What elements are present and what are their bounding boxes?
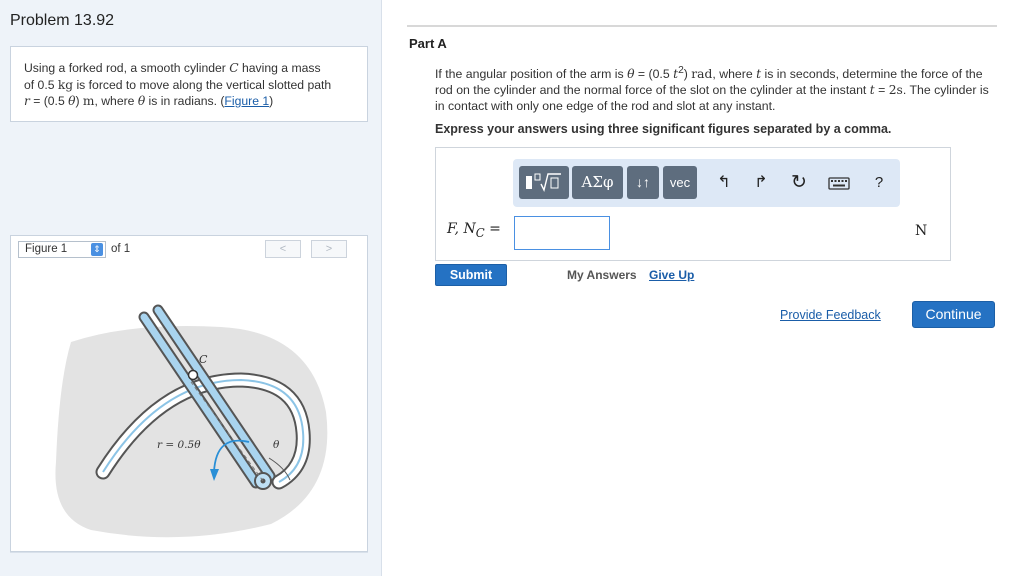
problem-title: Problem 13.92 bbox=[10, 12, 115, 29]
next-figure-button[interactable]: > bbox=[311, 240, 347, 258]
problem-text: Using a forked rod, a smooth cylinder bbox=[24, 61, 230, 75]
keyboard-icon[interactable] bbox=[827, 171, 851, 195]
label-r: r = 0.5θ bbox=[157, 439, 201, 451]
question-fragment: If the angular position of the arm is bbox=[435, 67, 628, 82]
figure-select-value: Figure 1 bbox=[25, 243, 68, 255]
problem-text: = (0.5 bbox=[29, 94, 69, 108]
undo-icon[interactable]: ↰ bbox=[712, 171, 736, 195]
figure-link[interactable]: Figure 1 bbox=[224, 94, 269, 108]
prev-figure-button[interactable]: < bbox=[265, 240, 301, 258]
answer-input[interactable] bbox=[514, 216, 610, 250]
answer-instruction: Express your answers using three signifi… bbox=[435, 122, 892, 136]
math-toolbar: ΑΣφ ↓↑ vec ↰ ↱ ↻ ? bbox=[513, 159, 900, 207]
submit-button[interactable]: Submit bbox=[435, 264, 507, 286]
answer-label: F, NC = bbox=[447, 221, 501, 240]
vector-button[interactable]: vec bbox=[663, 166, 697, 199]
figure-footer bbox=[10, 552, 368, 576]
figure-panel: C r = 0.5θ θ bbox=[10, 262, 368, 552]
problem-text: ) bbox=[269, 94, 274, 108]
unit-symbol: kg bbox=[57, 77, 74, 92]
figure-select[interactable]: Figure 1 ⇕ bbox=[18, 241, 106, 258]
problem-text: ) bbox=[75, 94, 83, 108]
problem-pane: Problem 13.92 Using a forked rod, a smoo… bbox=[0, 0, 382, 576]
cylinder-c bbox=[187, 369, 199, 381]
help-icon[interactable]: ? bbox=[867, 171, 891, 195]
math-subscript: C bbox=[475, 225, 485, 240]
label-c: C bbox=[199, 353, 208, 366]
math-symbol: C bbox=[229, 61, 239, 75]
part-divider bbox=[407, 25, 997, 27]
question-text: If the angular position of the arm is θ … bbox=[435, 63, 1001, 114]
unit-label: N bbox=[915, 223, 928, 239]
continue-button[interactable]: Continue bbox=[912, 301, 995, 328]
templates-button[interactable] bbox=[519, 166, 569, 199]
problem-statement: Using a forked rod, a smooth cylinder C … bbox=[10, 46, 368, 122]
problem-text: , where bbox=[94, 94, 138, 108]
question-fragment: = bbox=[874, 83, 889, 98]
answer-pane: Part A If the angular position of the ar… bbox=[383, 0, 1024, 576]
arrows-button[interactable]: ↓↑ bbox=[627, 166, 659, 199]
question-fragment: , where bbox=[712, 67, 757, 82]
problem-text: having a mass bbox=[238, 61, 321, 75]
figure-diagram: C r = 0.5θ θ bbox=[55, 304, 328, 538]
math-equals: = bbox=[484, 221, 501, 237]
redo-icon[interactable]: ↱ bbox=[749, 171, 773, 195]
figure-count: of 1 bbox=[111, 243, 131, 255]
unit-symbol: m bbox=[82, 94, 95, 108]
keyboard-glyph bbox=[828, 177, 850, 190]
unit-symbol: rad bbox=[691, 67, 713, 82]
math-symbol: N bbox=[463, 221, 476, 237]
figure-header: Figure 1 ⇕ of 1 < > bbox=[10, 235, 368, 263]
problem-text: of 0.5 bbox=[24, 77, 58, 92]
reset-icon[interactable]: ↻ bbox=[787, 171, 811, 195]
give-up-link[interactable]: Give Up bbox=[649, 268, 694, 282]
greek-symbols-button[interactable]: ΑΣφ bbox=[572, 166, 623, 199]
part-label: Part A bbox=[409, 36, 447, 51]
math-value: 2s bbox=[888, 83, 903, 98]
provide-feedback-link[interactable]: Provide Feedback bbox=[780, 308, 881, 322]
problem-text: is in radians. ( bbox=[145, 94, 225, 108]
answer-box: ΑΣφ ↓↑ vec ↰ ↱ ↻ ? F, NC = N bbox=[435, 147, 951, 261]
my-answers-label: My Answers bbox=[567, 268, 637, 282]
question-fragment: = (0.5 bbox=[634, 67, 674, 82]
select-updown-icon: ⇕ bbox=[91, 243, 103, 256]
templates-icon bbox=[526, 173, 561, 193]
label-theta: θ bbox=[273, 439, 280, 451]
problem-text: is forced to move along the vertical slo… bbox=[73, 77, 332, 92]
math-symbol: F bbox=[447, 221, 455, 237]
